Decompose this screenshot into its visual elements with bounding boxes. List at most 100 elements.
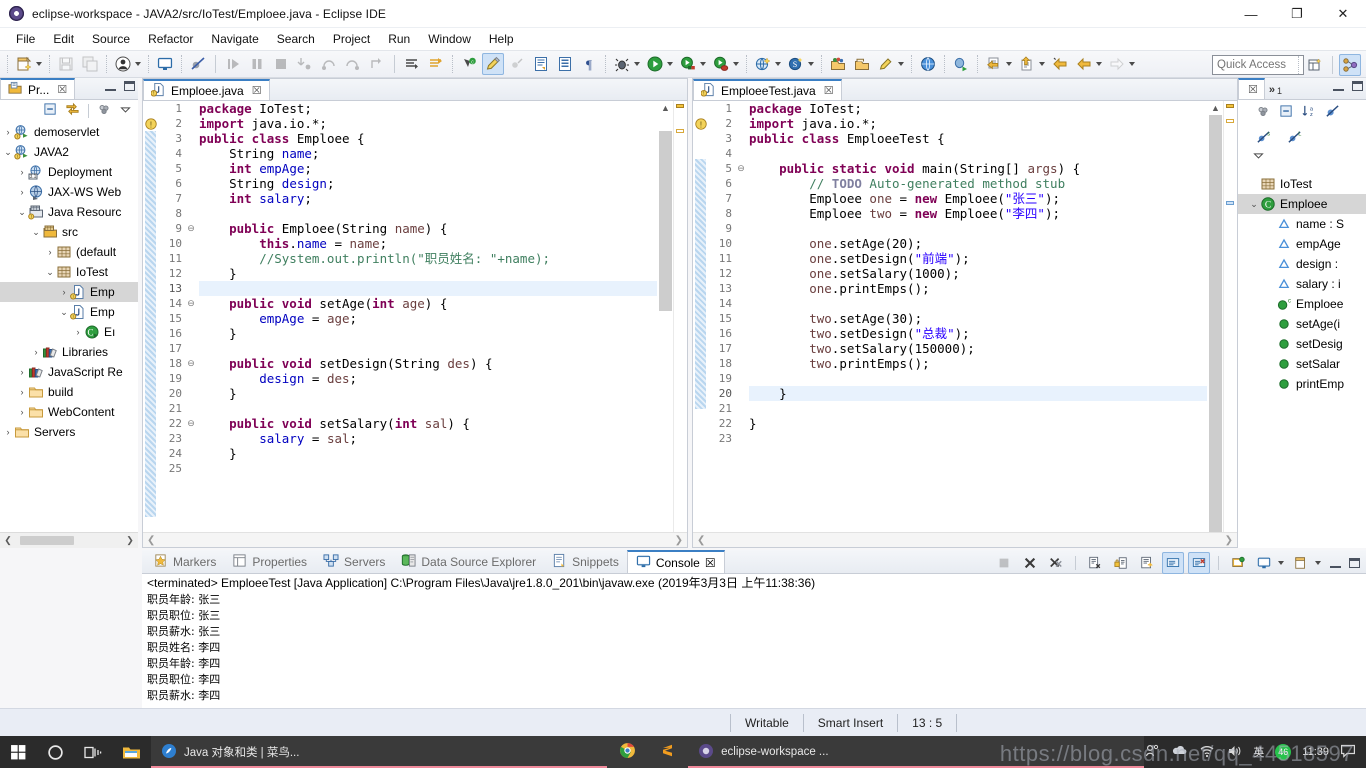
editor-left-marker-bar[interactable]: ! bbox=[143, 101, 159, 547]
new-web-dropdown-icon[interactable] bbox=[775, 62, 781, 66]
tree-item-emp[interactable]: ›! Emp bbox=[0, 282, 138, 302]
taskbar-app-eclipse[interactable]: eclipse-workspace ... bbox=[688, 736, 1145, 768]
forward-dropdown-icon[interactable] bbox=[1039, 62, 1045, 66]
back-history-dropdown-icon[interactable] bbox=[1096, 62, 1102, 66]
tree-item-jax-ws-web[interactable]: › JAX-WS Web bbox=[0, 182, 138, 202]
close-icon[interactable]: ☒ bbox=[57, 83, 67, 96]
editor-left-vscrollbar[interactable]: ▲ ▼ bbox=[658, 101, 673, 547]
previous-edit-icon[interactable] bbox=[1049, 53, 1071, 75]
chevron-down-icon[interactable]: ⌄ bbox=[16, 207, 28, 218]
tab-project-explorer[interactable]: Pr... ☒ bbox=[0, 78, 76, 99]
run-as-icon[interactable] bbox=[677, 53, 699, 75]
chevron-down-icon[interactable]: ⌄ bbox=[44, 267, 56, 278]
back-icon[interactable] bbox=[983, 53, 1005, 75]
skip-breakpoints-icon[interactable] bbox=[187, 53, 209, 75]
code-line[interactable] bbox=[749, 296, 1207, 311]
editor-right-hscrollbar[interactable]: ❮ ❯ bbox=[693, 532, 1237, 547]
chevron-right-icon[interactable]: › bbox=[16, 407, 28, 417]
remove-launch-icon[interactable] bbox=[1019, 552, 1041, 574]
minimize-view-icon[interactable] bbox=[1330, 559, 1341, 568]
minimize-view-icon[interactable] bbox=[105, 82, 116, 91]
file-explorer-icon[interactable] bbox=[112, 736, 151, 768]
outline-tree[interactable]: IoTest ⌄ C Emploee name : S empAge design : sal… bbox=[1238, 174, 1366, 548]
save-all-icon[interactable] bbox=[79, 53, 101, 75]
code-line[interactable]: public class Emploee { bbox=[199, 131, 657, 146]
chevron-right-icon[interactable]: › bbox=[2, 127, 14, 137]
resume-icon[interactable] bbox=[222, 53, 244, 75]
tree-item-demoservlet[interactable]: ›! demoservlet bbox=[0, 122, 138, 142]
code-line[interactable]: two.printEmps(); bbox=[749, 356, 1207, 371]
search-icon[interactable]: S bbox=[785, 53, 807, 75]
chevron-right-icon[interactable]: › bbox=[16, 187, 28, 197]
new-wizard-icon[interactable] bbox=[13, 53, 35, 75]
edit-icon[interactable] bbox=[875, 53, 897, 75]
ime-indicator[interactable]: 英 bbox=[1253, 744, 1264, 760]
close-icon[interactable]: ☒ bbox=[705, 556, 716, 570]
scroll-up-icon[interactable]: ▲ bbox=[1208, 101, 1223, 115]
fold-toggle-icon[interactable]: ⊖ bbox=[185, 356, 197, 371]
outline-item-name-s[interactable]: name : S bbox=[1238, 214, 1366, 234]
editor-left-area[interactable]: ! 1 2 3 4 5 6 7 8 9 10 11 12 13 14 15 16 17 18 19 20 21 22 23 2… bbox=[143, 101, 687, 547]
editor-left-folding-column[interactable]: ⊖ ⊖ ⊖ ⊖ bbox=[185, 101, 197, 547]
taskbar-app-sublime[interactable] bbox=[648, 736, 689, 768]
save-icon[interactable] bbox=[55, 53, 77, 75]
display-selected-console-icon[interactable] bbox=[1253, 552, 1275, 574]
code-line[interactable] bbox=[199, 461, 657, 476]
code-line[interactable] bbox=[749, 401, 1207, 416]
back-history-icon[interactable] bbox=[1073, 53, 1095, 75]
tab-snippets[interactable]: Snippets bbox=[544, 550, 627, 573]
outline-item-empage[interactable]: empAge bbox=[1238, 234, 1366, 254]
editor-right-overview-ruler[interactable] bbox=[1223, 101, 1237, 547]
code-line[interactable]: design = des; bbox=[199, 371, 657, 386]
editor-right-area[interactable]: ! 1 2 3 4 5 6 7 8 9 10 11 12 13 14 15 16 17 18 19 20 21 22 23 … bbox=[693, 101, 1237, 547]
debug-icon[interactable] bbox=[611, 53, 633, 75]
code-line[interactable]: int empAge; bbox=[199, 161, 657, 176]
tab-data-source-explorer[interactable]: Data Source Explorer bbox=[393, 550, 544, 573]
chevron-right-icon[interactable]: › bbox=[58, 287, 70, 297]
tree-item-src[interactable]: ⌄ src bbox=[0, 222, 138, 242]
code-line[interactable]: String design; bbox=[199, 176, 657, 191]
outline-item-setsalar[interactable]: setSalar bbox=[1238, 354, 1366, 374]
code-line[interactable]: } bbox=[199, 386, 657, 401]
code-line[interactable]: Emploee one = new Emploee("张三"); bbox=[749, 191, 1207, 206]
code-line[interactable]: int salary; bbox=[199, 191, 657, 206]
volume-icon[interactable] bbox=[1226, 743, 1242, 762]
onedrive-icon[interactable] bbox=[1171, 743, 1188, 762]
link-with-editor-icon[interactable] bbox=[65, 102, 80, 120]
chevron-right-icon[interactable]: › bbox=[2, 427, 14, 437]
clear-console-icon[interactable] bbox=[1084, 552, 1106, 574]
people-icon[interactable] bbox=[1144, 743, 1160, 762]
outline-item-emploee[interactable]: ⌄ C Emploee bbox=[1238, 194, 1366, 214]
chevron-right-icon[interactable]: › bbox=[16, 387, 28, 397]
chevron-right-icon[interactable]: › bbox=[30, 347, 42, 357]
tab-markers[interactable]: Markers bbox=[145, 550, 224, 573]
code-line[interactable]: public void setAge(int age) { bbox=[199, 296, 657, 311]
toggle-mark-occurrences-icon[interactable] bbox=[482, 53, 504, 75]
toggle-block-selection-icon[interactable] bbox=[506, 53, 528, 75]
display-selected-dropdown-icon[interactable] bbox=[1278, 561, 1284, 565]
notification-badge[interactable]: 46 bbox=[1275, 744, 1292, 760]
search-dropdown-icon[interactable] bbox=[808, 62, 814, 66]
code-line[interactable]: String name; bbox=[199, 146, 657, 161]
remove-all-launches-icon[interactable] bbox=[1045, 552, 1067, 574]
hide-static-icon[interactable]: s bbox=[1256, 130, 1271, 148]
editor-right-marker-bar[interactable]: ! bbox=[693, 101, 709, 547]
tree-item-javascript-re[interactable]: › JavaScript Re bbox=[0, 362, 138, 382]
tree-item-java2[interactable]: ⌄! JAVA2 bbox=[0, 142, 138, 162]
suspend-icon[interactable] bbox=[246, 53, 268, 75]
outline-item-emploee[interactable]: c Emploee bbox=[1238, 294, 1366, 314]
word-wrap-icon[interactable] bbox=[1136, 552, 1158, 574]
code-line[interactable]: import java.io.*; bbox=[749, 116, 1207, 131]
chevron-right-icon[interactable]: › bbox=[16, 167, 28, 177]
code-line[interactable] bbox=[749, 146, 1207, 161]
code-line[interactable] bbox=[749, 431, 1207, 446]
code-line[interactable]: import java.io.*; bbox=[199, 116, 657, 131]
fold-toggle-icon[interactable]: ⊖ bbox=[185, 221, 197, 236]
outline-item-printemp[interactable]: printEmp bbox=[1238, 374, 1366, 394]
code-line[interactable]: one.setSalary(1000); bbox=[749, 266, 1207, 281]
maximize-view-icon[interactable] bbox=[124, 81, 135, 91]
scroll-right-icon[interactable]: ❯ bbox=[675, 535, 683, 546]
focus-on-active-task-icon[interactable] bbox=[1256, 104, 1271, 122]
user-dropdown-icon[interactable] bbox=[135, 62, 141, 66]
menu-search[interactable]: Search bbox=[268, 29, 324, 49]
